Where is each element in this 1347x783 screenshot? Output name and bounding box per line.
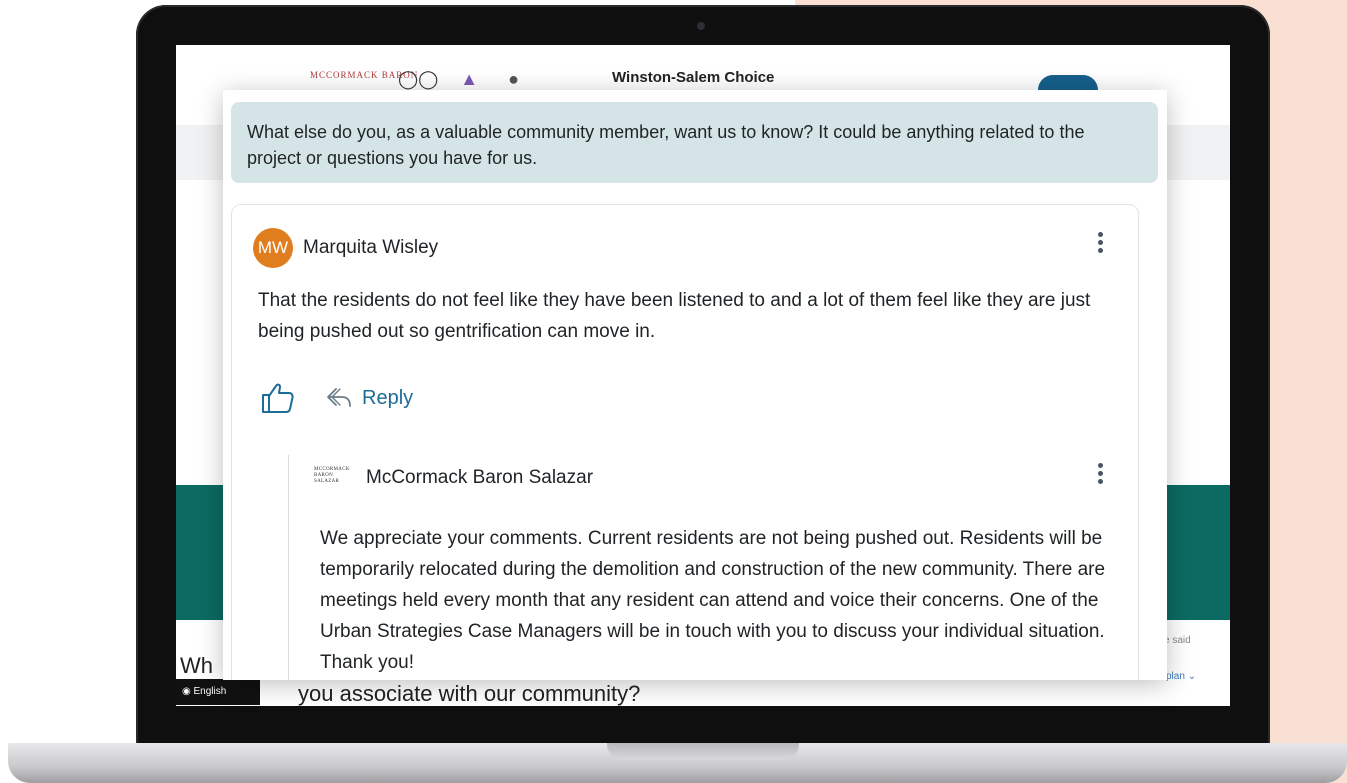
reply-text: We appreciate your comments. Current res… <box>320 528 1106 673</box>
globe-logo-icon: ● <box>508 69 519 89</box>
reply-author: McCormack Baron Salazar <box>366 467 594 488</box>
reply-arrow-icon <box>327 388 351 407</box>
comment-modal: What else do you, as a valuable communit… <box>223 90 1167 680</box>
reply-thread-line <box>288 455 289 680</box>
comment-author: Marquita Wisley <box>303 237 439 258</box>
chevron-down-icon: ⌄ <box>1187 671 1197 682</box>
partner-logos: ◯◯ ▲ ● <box>398 69 519 90</box>
avatar: MW <box>253 228 293 268</box>
comment-text: That the residents do not feel like they… <box>258 290 1091 342</box>
reply-more-options-icon[interactable] <box>1094 461 1106 489</box>
laptop-notch <box>607 743 799 760</box>
side-plan-link-label: plan <box>1166 671 1185 682</box>
reply-label: Reply <box>362 386 414 409</box>
side-plan-link[interactable]: plan ⌄ <box>1166 671 1196 682</box>
partner-logo-icon: ◯◯ <box>398 69 439 89</box>
org-logo: MCCORMACK BARON SALAZAR <box>314 467 350 484</box>
partial-heading: Wh <box>180 653 213 678</box>
background-question: you associate with our community? <box>298 681 641 706</box>
side-said-text: e said <box>1164 635 1191 646</box>
site-title: Winston-Salem Choice <box>612 69 775 86</box>
language-selector[interactable]: ◉ English <box>176 679 260 705</box>
question-prompt: What else do you, as a valuable communit… <box>231 102 1158 183</box>
language-label: English <box>193 686 227 697</box>
reply-button[interactable]: Reply <box>326 383 413 413</box>
camera-dot <box>697 22 705 30</box>
comment-more-options-icon[interactable] <box>1094 230 1106 258</box>
thumbs-up-icon <box>262 383 294 413</box>
like-button[interactable] <box>260 381 296 415</box>
drop-logo-icon: ▲ <box>460 69 479 89</box>
comment-card: MW Marquita Wisley That the residents do… <box>231 204 1139 680</box>
radio-icon: ◉ <box>182 686 191 697</box>
